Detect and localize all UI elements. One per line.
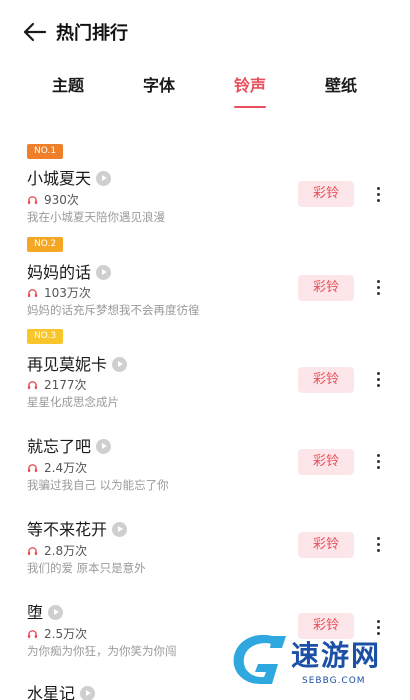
more-options-icon[interactable] [373, 452, 385, 472]
play-icon[interactable] [112, 522, 128, 537]
tab-font[interactable]: 字体 [129, 72, 189, 96]
more-options-icon[interactable] [373, 535, 385, 555]
song-description: 我骗过我自己 以为能忘了你 [27, 478, 169, 492]
active-tab-indicator [234, 106, 266, 108]
more-options-icon[interactable] [373, 278, 385, 298]
headphone-icon [27, 381, 38, 390]
watermark-logo: 速游网 SEBBG.COM [228, 628, 408, 698]
headphone-icon [27, 464, 38, 473]
play-icon[interactable] [80, 686, 96, 700]
rank-badge: NO.3 [27, 329, 64, 344]
headphone-icon [27, 196, 38, 205]
color-ringtone-button[interactable]: 彩铃 [298, 275, 354, 301]
color-ringtone-button[interactable]: 彩铃 [298, 181, 354, 207]
more-options-icon[interactable] [373, 370, 385, 390]
tab-bar: 主题 字体 铃声 壁纸 [0, 64, 410, 108]
tab-ringtone[interactable]: 铃声 [220, 72, 280, 96]
play-icon[interactable] [96, 171, 112, 186]
song-title: 再见莫妮卡 [27, 351, 128, 375]
watermark-text: 速游网 [291, 639, 382, 672]
play-count: 2.4万次 [27, 459, 87, 476]
play-count: 2.8万次 [27, 542, 87, 559]
tab-wallpaper[interactable]: 壁纸 [311, 72, 371, 96]
play-count: 103万次 [27, 284, 91, 301]
song-description: 我们的爱 原本只是意外 [27, 561, 146, 575]
tab-theme[interactable]: 主题 [38, 72, 98, 96]
song-title: 等不来花开 [27, 516, 128, 540]
headphone-icon [27, 289, 38, 298]
play-icon[interactable] [96, 265, 112, 280]
play-icon[interactable] [112, 357, 128, 372]
rank-badge: NO.2 [27, 237, 64, 252]
song-description: 妈妈的话充斥梦想我不会再度彷徨 [27, 303, 200, 317]
arrow-left-icon[interactable] [22, 20, 48, 44]
play-count: 2177次 [27, 376, 87, 393]
more-options-icon[interactable] [373, 185, 385, 205]
headphone-icon [27, 547, 38, 556]
rank-badge: NO.1 [27, 144, 64, 159]
color-ringtone-button[interactable]: 彩铃 [298, 367, 354, 393]
play-icon[interactable] [96, 439, 112, 454]
song-description: 为你痴为你狂，为你笑为你闯 [27, 644, 177, 658]
play-count: 2.5万次 [27, 625, 87, 642]
song-title: 就忘了吧 [27, 433, 112, 457]
play-icon[interactable] [48, 605, 64, 620]
song-title: 小城夏天 [27, 165, 112, 189]
headphone-icon [27, 630, 38, 639]
song-description: 星星化成思念成片 [27, 395, 119, 409]
song-title: 水星记 [27, 680, 96, 700]
watermark-url: SEBBG.COM [302, 676, 366, 686]
page-title: 热门排行 [56, 23, 128, 44]
watermark-g-icon [233, 634, 286, 684]
play-count: 930次 [27, 191, 79, 208]
color-ringtone-button[interactable]: 彩铃 [298, 532, 354, 558]
color-ringtone-button[interactable]: 彩铃 [298, 449, 354, 475]
song-title: 堕 [27, 599, 64, 623]
song-description: 我在小城夏天陪你遇见浪漫 [27, 210, 165, 224]
song-title: 妈妈的话 [27, 259, 112, 283]
header: 热门排行 [0, 0, 410, 62]
